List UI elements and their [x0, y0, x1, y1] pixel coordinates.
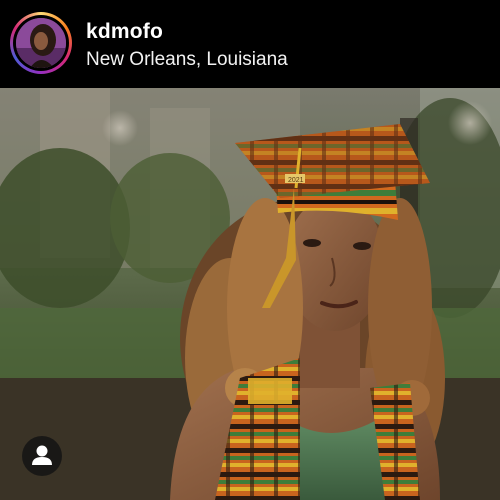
avatar[interactable] — [16, 18, 66, 68]
username[interactable]: kdmofo — [86, 20, 163, 44]
location-link[interactable]: New Orleans, Louisiana — [86, 49, 288, 71]
cap-year: 2021 — [288, 177, 304, 184]
tagged-people-button[interactable] — [22, 436, 62, 476]
person-icon — [32, 445, 52, 465]
avatar-image — [16, 18, 66, 68]
post-photo[interactable]: 2021 — [0, 88, 500, 500]
post-header: kdmofo New Orleans, Louisiana — [0, 0, 500, 88]
instagram-post: kdmofo New Orleans, Louisiana 2021 — [0, 0, 500, 500]
story-ring[interactable] — [10, 12, 72, 74]
